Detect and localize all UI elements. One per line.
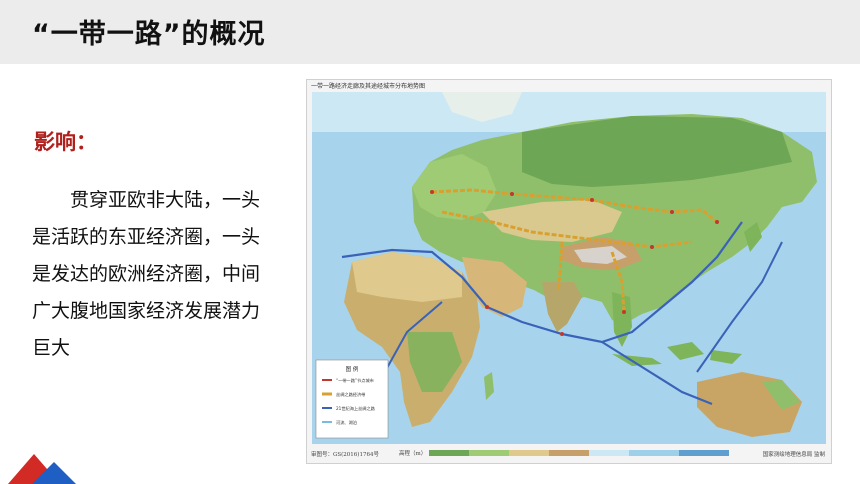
legend-title: 图 例 <box>346 365 359 373</box>
legend-item: 丝绸之路经济带 <box>336 391 365 398</box>
map-image: 图 例 “一带一路”节点城市 丝绸之路经济带 21世纪海上丝绸之路 河流、湖泊 <box>312 92 826 444</box>
map-footer: 审图号：GS(2016)1764号 高程（m） 国家测绘地理信息局 监制 <box>307 446 831 462</box>
map-publisher: 国家测绘地理信息局 监制 <box>762 452 825 458</box>
section-heading: 影响： <box>34 130 97 154</box>
elevation-scale-bar <box>429 450 729 456</box>
corner-triangles-decoration <box>8 454 76 484</box>
legend-item: 河流、湖泊 <box>336 419 357 426</box>
belt-road-map: 一带一路经济走廊及其途经城市分布地势图 图 例 “一带一路”节点城市 丝绸之路经… <box>306 79 832 464</box>
elevation-scale-label: 高程（m） <box>399 451 427 457</box>
legend-item: 21世纪海上丝绸之路 <box>336 405 376 412</box>
legend-item: “一带一路”节点城市 <box>336 377 374 384</box>
map-caption: 一带一路经济走廊及其途经城市分布地势图 <box>311 83 426 90</box>
body-paragraph: 贯穿亚欧非大陆，一头是活跃的东亚经济圈，一头是发达的欧洲经济圈，中间广大腹地国家… <box>32 189 261 359</box>
map-approval-number: 审图号：GS(2016)1764号 <box>311 452 379 458</box>
page-title: “一带一路”的概况 <box>32 19 266 50</box>
title-bar: “一带一路”的概况 <box>0 0 860 64</box>
